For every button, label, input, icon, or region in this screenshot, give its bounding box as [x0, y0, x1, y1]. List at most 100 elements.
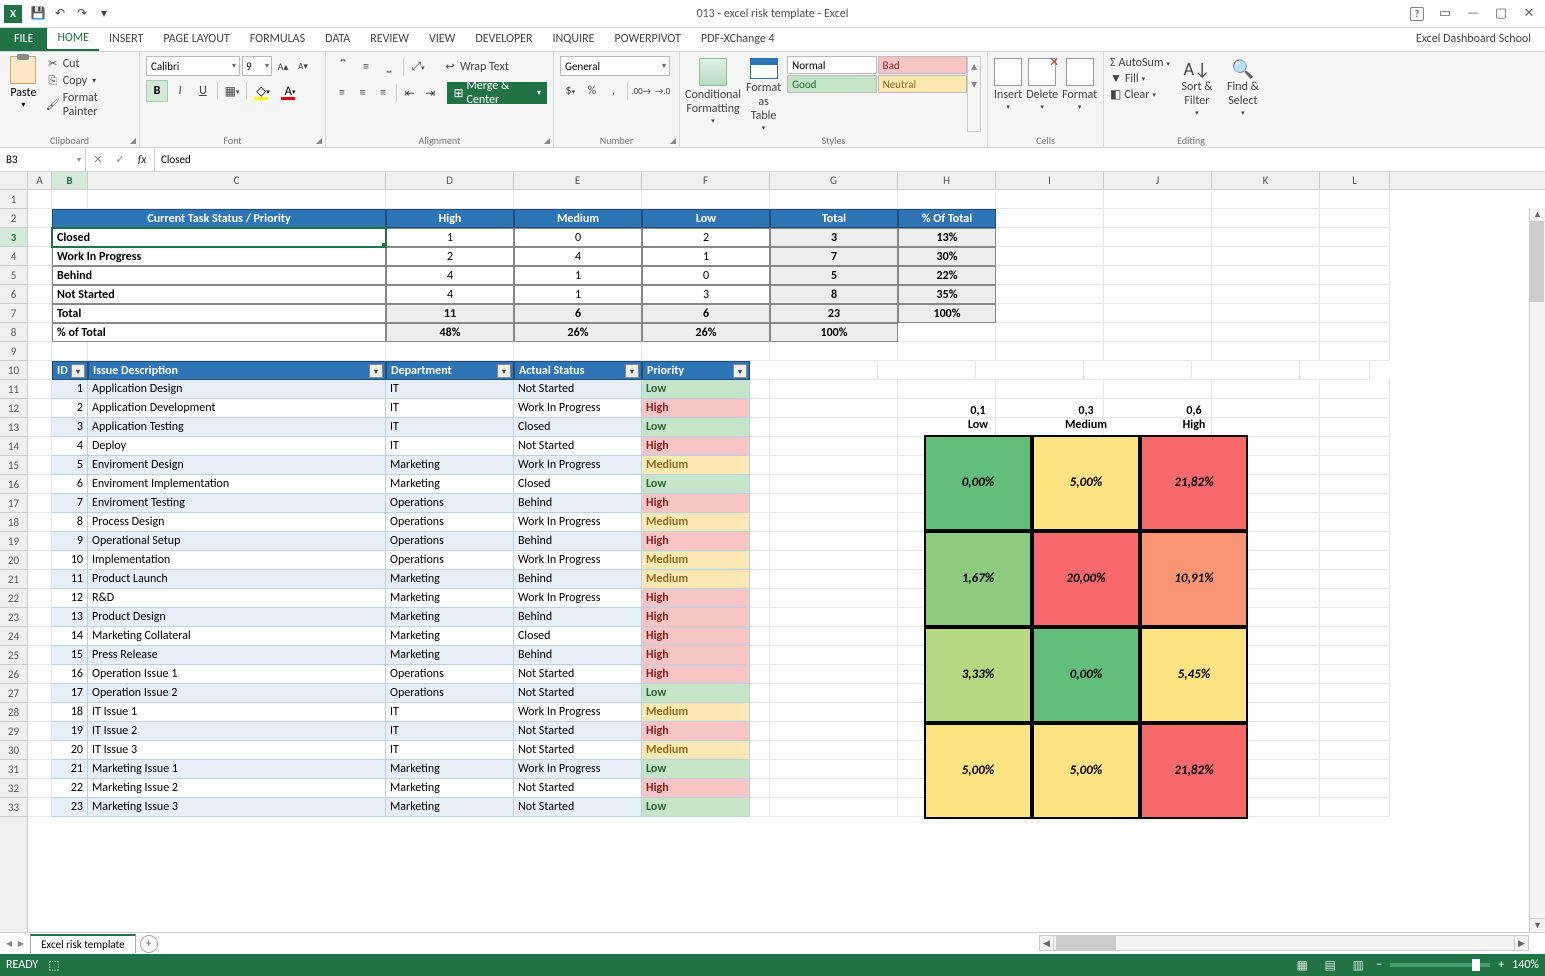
number-format-dropdown[interactable]: General — [560, 56, 670, 76]
autosum-button[interactable]: ΣAutoSum▾ — [1110, 56, 1170, 70]
vertical-scrollbar[interactable]: ▲ ▼ — [1529, 208, 1545, 932]
font-launcher-icon[interactable]: ◢ — [316, 136, 322, 146]
cell[interactable] — [898, 323, 996, 342]
cell[interactable] — [1320, 684, 1390, 703]
col-header[interactable]: L — [1320, 172, 1390, 189]
summary-header[interactable]: % Of Total — [898, 209, 996, 228]
row-header[interactable]: 18 — [0, 513, 27, 532]
scroll-right-icon[interactable]: ▶ — [1514, 936, 1528, 950]
cell[interactable] — [996, 323, 1104, 342]
cell[interactable] — [770, 190, 898, 209]
cell[interactable] — [878, 361, 976, 380]
issue-description[interactable]: R&D — [88, 589, 386, 608]
cell[interactable] — [1212, 380, 1320, 399]
row-header[interactable]: 25 — [0, 646, 27, 665]
underline-button[interactable]: U — [192, 80, 214, 102]
summary-row-label[interactable]: Behind — [52, 266, 386, 285]
cell[interactable] — [28, 456, 52, 475]
row-header[interactable]: 14 — [0, 437, 27, 456]
cell[interactable] — [514, 342, 642, 361]
cell[interactable] — [1104, 190, 1212, 209]
row-header[interactable]: 11 — [0, 380, 27, 399]
issue-status[interactable]: Not Started — [514, 684, 642, 703]
summary-cell[interactable]: 26% — [642, 323, 770, 342]
issue-department[interactable]: Operations — [386, 494, 514, 513]
style-neutral[interactable]: Neutral — [878, 75, 968, 93]
heat-cell[interactable]: 5,00% — [1032, 723, 1140, 819]
issue-priority[interactable]: Medium — [642, 703, 750, 722]
issue-id[interactable]: 6 — [52, 475, 88, 494]
accounting-format-icon[interactable]: $▾ — [560, 80, 581, 102]
summary-header[interactable]: Low — [642, 209, 770, 228]
formula-input[interactable]: Closed — [155, 148, 1545, 171]
issue-priority[interactable]: High — [642, 665, 750, 684]
conditional-formatting-button[interactable]: Conditional Formatting▾ — [686, 56, 740, 132]
page-layout-view-icon[interactable]: ▤ — [1320, 957, 1340, 973]
number-launcher-icon[interactable]: ◢ — [670, 136, 676, 146]
issue-description[interactable]: Enviroment Testing — [88, 494, 386, 513]
cell[interactable] — [386, 190, 514, 209]
issue-priority[interactable]: High — [642, 399, 750, 418]
issue-table-header[interactable]: Actual Status▼ — [514, 361, 642, 380]
col-header[interactable]: A — [28, 172, 52, 189]
close-button[interactable]: ✕ — [1517, 3, 1541, 25]
issue-description[interactable]: Marketing Collateral — [88, 627, 386, 646]
issue-department[interactable]: IT — [386, 703, 514, 722]
increase-indent-icon[interactable]: ⇥ — [420, 82, 440, 104]
cell[interactable] — [1320, 646, 1390, 665]
issue-table-header[interactable]: ID▼ — [52, 361, 88, 380]
scroll-up-icon[interactable]: ▲ — [1530, 208, 1545, 222]
summary-cell[interactable]: 1 — [514, 266, 642, 285]
col-header[interactable]: I — [996, 172, 1104, 189]
summary-cell[interactable]: 0 — [642, 266, 770, 285]
row-header[interactable]: 2 — [0, 209, 27, 228]
paste-button[interactable]: Paste ▾ — [6, 54, 41, 132]
issue-status[interactable]: Not Started — [514, 798, 642, 817]
row-header[interactable]: 33 — [0, 798, 27, 817]
horizontal-scrollbar[interactable]: ◀ ▶ — [1039, 935, 1529, 951]
col-header[interactable]: D — [386, 172, 514, 189]
issue-status[interactable]: Work In Progress — [514, 703, 642, 722]
insert-button[interactable]: Insert▾ — [994, 56, 1022, 111]
italic-button[interactable]: I — [169, 80, 191, 102]
cell[interactable] — [1104, 209, 1212, 228]
cell[interactable] — [1300, 361, 1370, 380]
summary-cell[interactable]: 4 — [386, 285, 514, 304]
issue-id[interactable]: 18 — [52, 703, 88, 722]
issue-status[interactable]: Behind — [514, 646, 642, 665]
filter-dropdown-icon[interactable]: ▼ — [369, 364, 383, 378]
issue-department[interactable]: Operations — [386, 684, 514, 703]
cell[interactable] — [1320, 342, 1390, 361]
cell[interactable] — [28, 513, 52, 532]
issue-priority[interactable]: High — [642, 779, 750, 798]
cell[interactable] — [1104, 304, 1212, 323]
cell[interactable] — [1320, 228, 1390, 247]
summary-cell[interactable]: 4 — [514, 247, 642, 266]
summary-cell[interactable]: 1 — [642, 247, 770, 266]
clear-button[interactable]: ◧Clear▾ — [1110, 87, 1170, 102]
cell[interactable] — [1212, 342, 1320, 361]
signin-label[interactable]: Excel Dashboard School — [1416, 32, 1531, 46]
row-header[interactable]: 29 — [0, 722, 27, 741]
row-header[interactable]: 10 — [0, 361, 27, 380]
issue-description[interactable]: IT Issue 1 — [88, 703, 386, 722]
cell[interactable] — [1104, 285, 1212, 304]
cell[interactable] — [28, 266, 52, 285]
cell[interactable] — [996, 342, 1104, 361]
tab-home[interactable]: HOME — [47, 27, 99, 51]
row-header[interactable]: 23 — [0, 608, 27, 627]
summary-cell[interactable]: 22% — [898, 266, 996, 285]
cell[interactable] — [1104, 247, 1212, 266]
issue-status[interactable]: Behind — [514, 570, 642, 589]
sheet-nav-prev-icon[interactable]: ◂ — [6, 936, 12, 951]
format-as-table-button[interactable]: Format as Table▾ — [746, 56, 781, 132]
new-sheet-button[interactable]: + — [140, 935, 158, 953]
comma-format-icon[interactable]: , — [603, 80, 624, 102]
cell[interactable] — [996, 228, 1104, 247]
cell[interactable] — [28, 627, 52, 646]
summary-row-label[interactable]: Work In Progress — [52, 247, 386, 266]
issue-status[interactable]: Closed — [514, 475, 642, 494]
cell[interactable] — [770, 380, 898, 399]
cell[interactable] — [1320, 608, 1390, 627]
cell[interactable] — [996, 266, 1104, 285]
